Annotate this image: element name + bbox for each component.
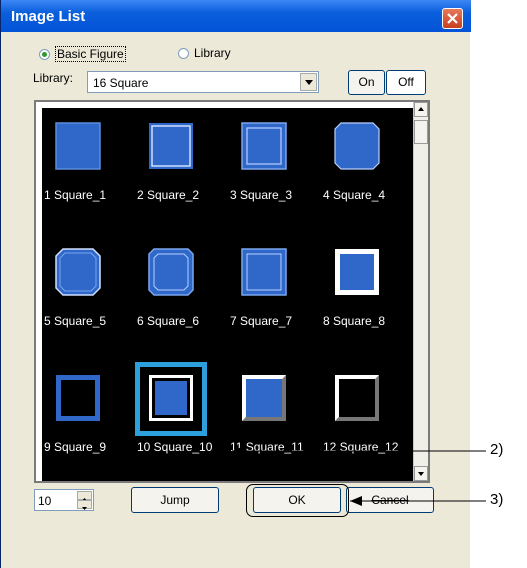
callout-arrows [232, 446, 486, 506]
callout-arrow-2 [232, 446, 486, 456]
callout-arrow-3 [350, 496, 486, 506]
callout-label-2: 2) [490, 441, 504, 458]
callout-label-3: 3) [490, 491, 504, 508]
